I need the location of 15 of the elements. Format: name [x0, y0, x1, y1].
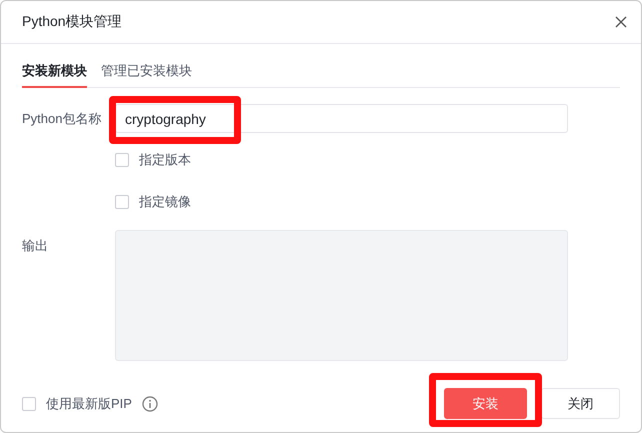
output-label: 输出 — [22, 237, 49, 255]
checkbox-label: 使用最新版PIP — [46, 394, 132, 412]
checkbox-label: 指定镜像 — [139, 193, 191, 211]
checkbox[interactable] — [115, 195, 129, 209]
close-button[interactable]: 关闭 — [541, 388, 620, 419]
info-icon[interactable] — [142, 396, 158, 412]
tab[interactable]: 管理已安装模块 — [101, 61, 192, 88]
tab[interactable]: 安装新模块 — [22, 61, 87, 88]
field-label: Python包名称 — [22, 110, 102, 128]
close-icon[interactable] — [614, 15, 628, 29]
window-title: Python模块管理 — [22, 13, 122, 31]
checkbox[interactable] — [22, 396, 36, 410]
package-name-field[interactable]: cryptography — [115, 104, 568, 133]
checkbox[interactable] — [115, 153, 129, 167]
checkbox-label: 指定版本 — [139, 151, 191, 169]
